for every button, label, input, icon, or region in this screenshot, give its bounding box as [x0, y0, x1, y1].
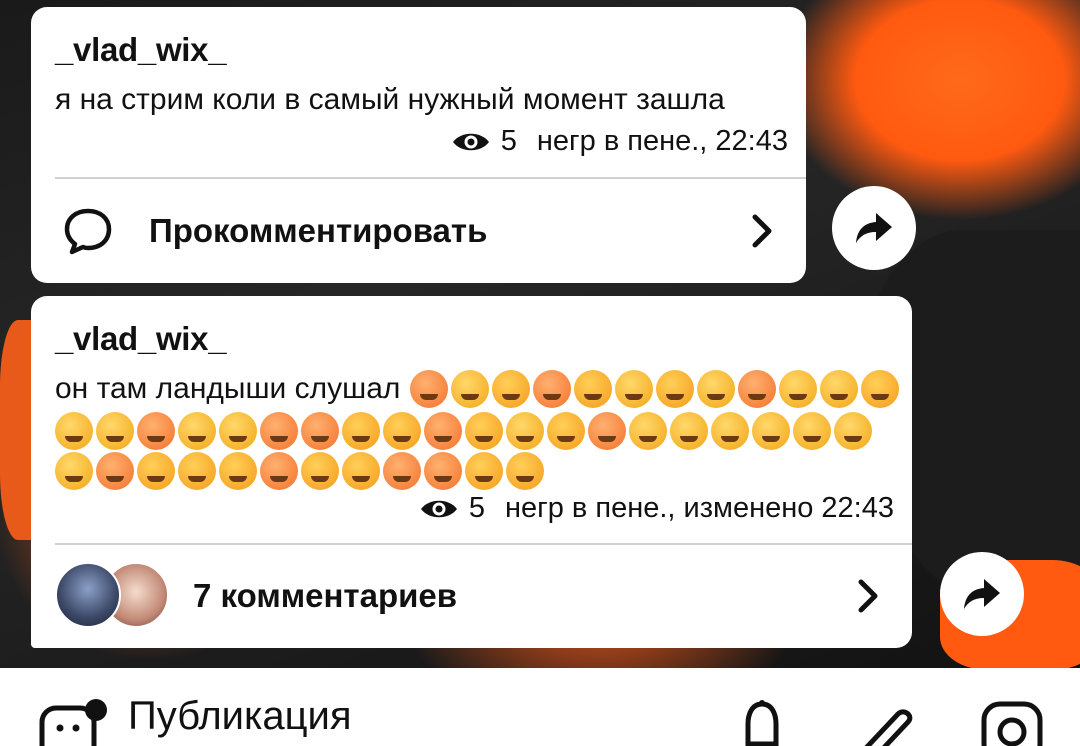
- emoji-icon: [506, 452, 544, 490]
- emoji-icon: [178, 412, 216, 450]
- emoji-icon: [834, 412, 872, 450]
- divider: [55, 543, 912, 545]
- share-button[interactable]: [832, 186, 916, 270]
- emoji-icon: [465, 412, 503, 450]
- emoji-icon: [697, 370, 736, 408]
- emoji-icon: [588, 412, 626, 450]
- emoji-icon: [219, 452, 257, 490]
- post-text: он там ландыши слушал: [55, 372, 401, 405]
- emoji-icon: [383, 412, 421, 450]
- paperclip-icon[interactable]: [852, 696, 922, 746]
- view-count: 5: [500, 125, 517, 157]
- comments-count-label: 7 комментариев: [193, 577, 458, 614]
- emoji-icon: [492, 370, 531, 408]
- emoji-icon: [547, 412, 585, 450]
- emoji-icon: [55, 452, 93, 490]
- chevron-right-icon: [858, 579, 878, 613]
- post-text: я на стрим коли в самый нужный момент за…: [55, 83, 725, 116]
- comment-button-label: Прокомментировать: [149, 212, 488, 249]
- emoji-icon: [342, 452, 380, 490]
- emoji-icon: [301, 412, 339, 450]
- emoji-icon: [615, 370, 654, 408]
- post-signature-time: негр в пене., 22:43: [536, 125, 788, 157]
- comment-button[interactable]: Прокомментировать: [31, 181, 806, 281]
- view-count: 5: [468, 492, 485, 524]
- post-author[interactable]: _vlad_wix_: [55, 31, 227, 69]
- post-meta: 5 негр в пене., 22:43: [451, 125, 788, 158]
- share-arrow-icon: [856, 213, 892, 243]
- emoji-icon: [738, 370, 777, 408]
- comments-button[interactable]: 7 комментариев: [31, 546, 912, 646]
- post-text-row: он там ландыши слушал: [55, 370, 900, 408]
- share-arrow-icon: [964, 579, 1000, 609]
- emoji-icon: [861, 370, 900, 408]
- emoji-icon: [424, 452, 462, 490]
- compose-input[interactable]: Публикация: [128, 694, 352, 739]
- emoji-icon: [96, 452, 134, 490]
- sticker-icon[interactable]: [38, 698, 108, 746]
- emoji-icon: [342, 412, 380, 450]
- emoji-icon: [424, 412, 462, 450]
- chevron-right-icon: [752, 214, 772, 248]
- emoji-icon: [410, 370, 449, 408]
- emoji-icon: [96, 412, 134, 450]
- emoji-icon: [178, 452, 216, 490]
- emoji-icon: [670, 412, 708, 450]
- emoji-icon: [574, 370, 613, 408]
- emoji-sequence: [55, 452, 544, 490]
- emoji-icon: [301, 452, 339, 490]
- emoji-icon: [383, 452, 421, 490]
- channel-post[interactable]: _vlad_wix_ я на стрим коли в самый нужны…: [31, 7, 806, 283]
- emoji-icon: [451, 370, 490, 408]
- emoji-icon: [752, 412, 790, 450]
- emoji-icon: [137, 412, 175, 450]
- channel-post[interactable]: _vlad_wix_ он там ландыши слушал 5 негр …: [31, 296, 912, 648]
- share-button[interactable]: [940, 552, 1024, 636]
- emoji-icon: [820, 370, 859, 408]
- compose-bar: Публикация: [0, 668, 1080, 746]
- emoji-icon: [629, 412, 667, 450]
- emoji-icon: [55, 412, 93, 450]
- emoji-icon: [656, 370, 695, 408]
- emoji-icon: [260, 452, 298, 490]
- emoji-icon: [465, 452, 503, 490]
- emoji-sequence: [55, 412, 872, 450]
- camera-icon[interactable]: [980, 696, 1050, 746]
- emoji-icon: [137, 452, 175, 490]
- commenter-avatars: [55, 562, 169, 628]
- emoji-icon: [793, 412, 831, 450]
- post-author[interactable]: _vlad_wix_: [55, 320, 227, 358]
- emoji-icon: [260, 412, 298, 450]
- eye-icon: [420, 500, 457, 517]
- emoji-icon: [506, 412, 544, 450]
- avatar: [55, 562, 121, 628]
- comment-bubble-icon: [64, 208, 112, 255]
- eye-icon: [452, 133, 489, 150]
- post-signature-time: негр в пене., изменено 22:43: [505, 492, 894, 524]
- emoji-icon: [711, 412, 749, 450]
- emoji-icon: [779, 370, 818, 408]
- emoji-icon: [533, 370, 572, 408]
- emoji-icon: [219, 412, 257, 450]
- post-meta: 5 негр в пене., изменено 22:43: [419, 492, 894, 525]
- emoji-sequence: [410, 370, 900, 408]
- bell-icon[interactable]: [742, 700, 782, 746]
- divider: [55, 177, 806, 179]
